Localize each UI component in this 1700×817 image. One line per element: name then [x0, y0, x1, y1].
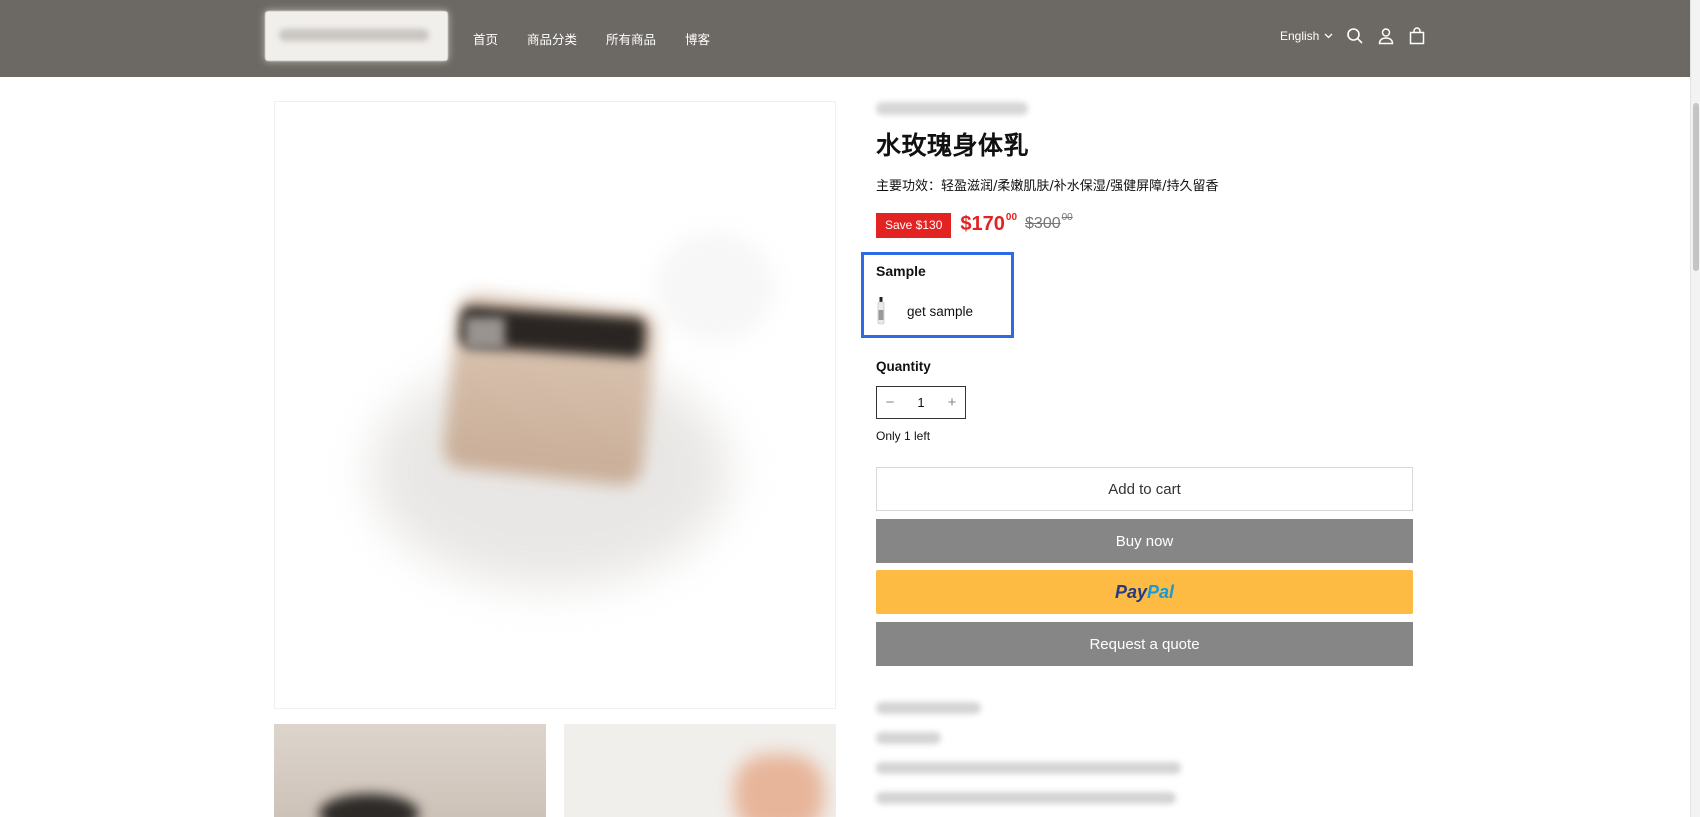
cart-icon[interactable] — [1408, 27, 1426, 45]
compare-price: $300 00 — [1025, 212, 1073, 233]
add-to-cart-button[interactable]: Add to cart — [876, 467, 1413, 511]
product-vendor — [876, 102, 1028, 115]
paypal-logo-pay: Pay — [1114, 581, 1147, 602]
nav-item-home[interactable]: 首页 — [473, 29, 498, 48]
quantity-decrease-button[interactable]: − — [877, 394, 903, 411]
quantity-increase-button[interactable]: + — [939, 394, 965, 411]
product-title: 水玫瑰身体乳 — [876, 131, 1030, 160]
paypal-logo-pal: Pal — [1147, 581, 1175, 602]
description-blurred-line — [876, 732, 941, 744]
stock-note: Only 1 left — [876, 429, 931, 443]
product-thumbnail[interactable] — [564, 724, 836, 817]
product-thumbnail[interactable] — [274, 724, 546, 817]
nav-item-blog[interactable]: 博客 — [685, 29, 710, 48]
search-icon[interactable] — [1346, 27, 1364, 45]
description-blurred-line — [876, 762, 1181, 774]
description-blurred-line — [876, 702, 981, 714]
language-selector[interactable]: English — [1280, 29, 1333, 43]
nav-item-all-products[interactable]: 所有商品 — [606, 29, 656, 48]
product-subtitle: 主要功效：轻盈滋润/柔嫩肌肤/补水保湿/强健屏障/持久留香 — [876, 179, 1219, 194]
sale-price: $170 00 — [960, 212, 1018, 236]
buy-now-button[interactable]: Buy now — [876, 519, 1413, 563]
sample-label: Sample — [876, 263, 926, 279]
account-icon[interactable] — [1377, 27, 1395, 45]
scrollbar-thumb[interactable] — [1693, 103, 1699, 271]
paypal-button[interactable]: Pay Pal — [876, 570, 1413, 614]
sample-option[interactable]: get sample — [876, 296, 973, 326]
quantity-stepper: − 1 + — [876, 386, 966, 419]
store-logo[interactable] — [265, 11, 448, 61]
site-header: 首页 商品分类 所有商品 博客 English — [0, 0, 1690, 77]
request-quote-button[interactable]: Request a quote — [876, 622, 1413, 666]
sample-option-label: get sample — [907, 303, 974, 319]
description-blurred-line — [876, 792, 1176, 804]
page-scrollbar[interactable] — [1690, 0, 1700, 817]
sample-bottle-icon — [876, 296, 886, 326]
nav-item-categories[interactable]: 商品分类 — [527, 29, 577, 48]
quantity-label: Quantity — [876, 359, 931, 374]
quantity-input[interactable]: 1 — [903, 395, 939, 410]
language-label: English — [1280, 29, 1320, 43]
price-row: Save $130 $170 00 $300 00 — [876, 213, 1073, 238]
product-main-image[interactable] — [274, 101, 836, 709]
main-nav: 首页 商品分类 所有商品 博客 — [473, 29, 739, 48]
save-badge: Save $130 — [876, 213, 952, 238]
chevron-down-icon — [1324, 33, 1333, 39]
